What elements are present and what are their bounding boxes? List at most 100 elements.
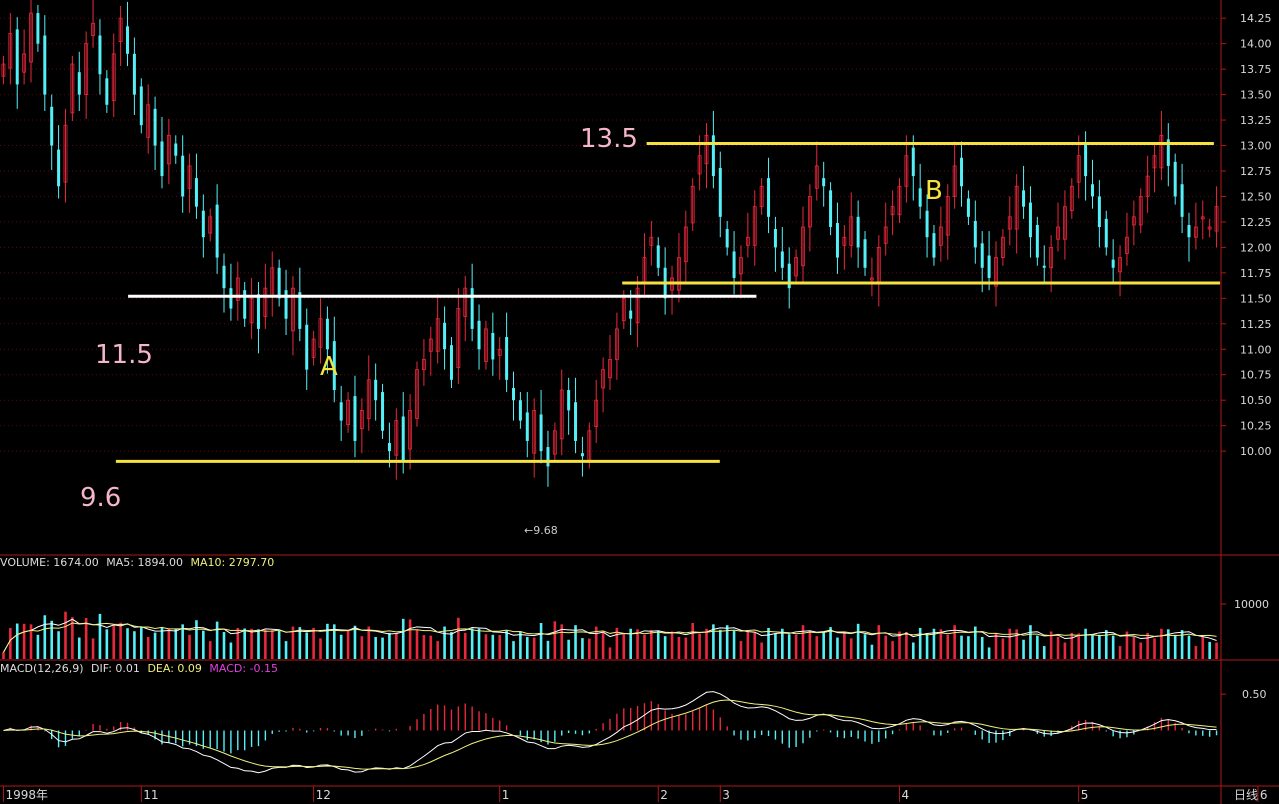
volume-bar: [808, 630, 812, 659]
candle-body: [629, 310, 633, 319]
candle-body: [1097, 196, 1101, 228]
volume-bar: [849, 638, 853, 659]
price-tick-label: 14.25: [1240, 12, 1272, 25]
volume-bar: [925, 633, 929, 659]
price-tick-label: 12.75: [1240, 165, 1272, 178]
candle-body: [829, 190, 833, 228]
price-tick-label: 13.50: [1240, 89, 1272, 102]
volume-bar: [22, 623, 26, 659]
macd-dif-line: [3, 691, 1217, 774]
price-tick-label: 10.25: [1240, 420, 1272, 433]
volume-bar: [553, 621, 557, 659]
candle-body: [374, 379, 378, 401]
volume-bar: [1201, 636, 1205, 659]
volume-bar: [98, 613, 102, 659]
volume-ma5: MA5: 1894.00: [106, 556, 183, 569]
volume-bar: [643, 634, 646, 659]
price-tick-label: 14.00: [1240, 38, 1272, 51]
stock-chart: 10.0010.2510.5010.7511.0011.2511.5011.75…: [0, 0, 1279, 804]
volume-bar: [787, 634, 791, 659]
volume-bar: [167, 628, 171, 659]
volume-bar: [367, 626, 371, 659]
volume-bar: [57, 631, 60, 659]
candle-body: [153, 108, 157, 146]
volume-bar: [1153, 638, 1156, 659]
volume-bar: [326, 623, 329, 659]
volume-bar: [705, 628, 708, 659]
candle-body: [918, 188, 922, 207]
annotation-b: B: [925, 176, 943, 206]
volume-bar: [546, 640, 550, 659]
candle-body: [443, 322, 447, 350]
volume-bar: [905, 632, 908, 659]
volume-bar: [353, 625, 357, 659]
volume-bar: [525, 637, 529, 659]
candle-body: [1035, 224, 1039, 258]
volume-bar: [829, 627, 832, 659]
candle-body: [77, 72, 81, 95]
volume-bar: [188, 634, 191, 659]
volume-bar: [815, 636, 819, 659]
volume-bar: [498, 635, 502, 659]
date-tick-label: 11: [143, 788, 158, 802]
volume-value: VOLUME: 1674.00: [0, 556, 99, 569]
volume-bar: [305, 632, 309, 659]
candle-body: [339, 402, 343, 421]
candle-body: [835, 222, 839, 258]
volume-bar: [836, 637, 839, 659]
price-tick-label: 13.00: [1240, 140, 1272, 153]
volume-bar: [1194, 646, 1198, 659]
candle-body: [491, 332, 495, 360]
volume-bar: [1022, 639, 1025, 659]
candle-body: [181, 155, 185, 197]
volume-bar: [519, 631, 522, 659]
candle-body: [36, 13, 40, 44]
volume-bar: [374, 637, 377, 659]
volume-bar: [395, 633, 398, 659]
volume-bar: [360, 636, 364, 659]
price-tick-label: 11.75: [1240, 267, 1272, 280]
annotation-11-5: 11.5: [95, 340, 153, 370]
volume-bar: [1001, 638, 1005, 659]
candle-body: [1084, 143, 1088, 177]
volume-bar: [677, 637, 681, 659]
candle-body: [732, 251, 736, 278]
volume-ma10: MA10: 2797.70: [190, 556, 275, 569]
volume-bar: [505, 630, 508, 659]
volume-bar: [1029, 625, 1032, 659]
volume-bar: [133, 631, 136, 659]
candle-body: [1090, 184, 1094, 197]
volume-bar: [1098, 634, 1101, 659]
candle-body: [229, 288, 233, 309]
volume-bar: [739, 641, 743, 659]
candle-body: [546, 447, 550, 467]
candle-body: [711, 135, 715, 177]
macd-dea-line: [3, 699, 1217, 770]
candle-body: [1042, 265, 1046, 268]
price-tick-label: 12.00: [1240, 241, 1272, 254]
volume-bar: [1077, 633, 1081, 659]
volume-bar: [760, 642, 763, 659]
volume-bar: [863, 634, 867, 659]
volume-bar: [698, 633, 701, 659]
date-tick-label: 1998年: [5, 788, 48, 802]
candle-body: [381, 392, 385, 431]
volume-bar: [50, 620, 53, 659]
candle-body: [160, 141, 164, 177]
candle-body: [387, 442, 391, 452]
volume-bar: [1104, 630, 1108, 659]
candle-body: [1111, 259, 1115, 268]
volume-bar: [146, 637, 150, 659]
candle-body: [505, 337, 509, 380]
volume-bar: [608, 647, 612, 659]
volume-bar: [270, 630, 274, 659]
volume-bar: [339, 634, 343, 659]
volume-bar: [112, 624, 116, 659]
volume-bar: [491, 634, 495, 659]
candle-body: [973, 220, 977, 248]
volume-bar: [567, 639, 570, 659]
price-tick-label: 10.50: [1240, 394, 1272, 407]
candle-body: [656, 245, 660, 268]
volume-bar: [64, 611, 67, 659]
candle-body: [50, 106, 54, 146]
